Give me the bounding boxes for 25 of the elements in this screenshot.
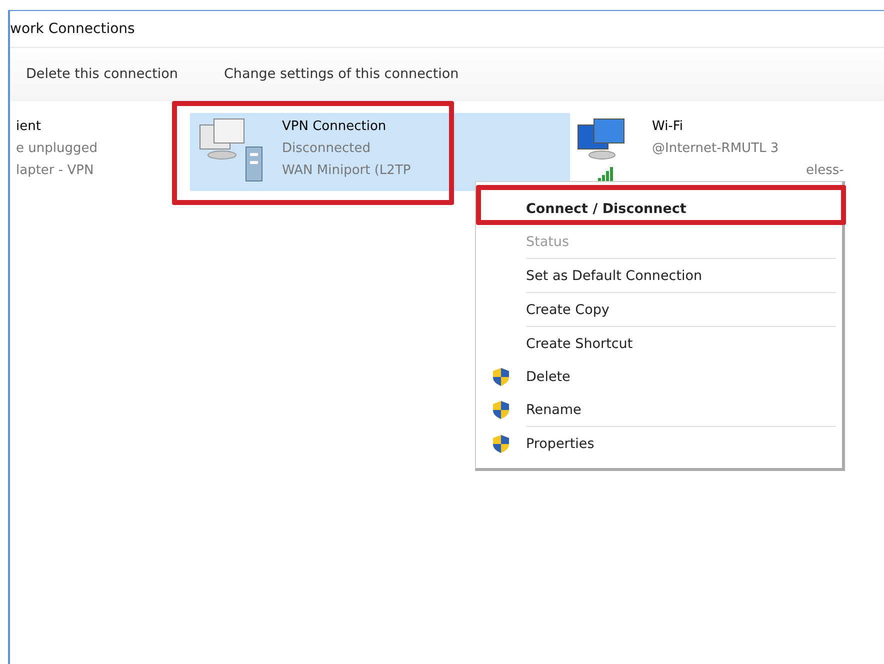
- connection-status: Disconnected: [282, 140, 372, 158]
- toolbar-command[interactable]: Delete this connection: [26, 66, 178, 82]
- window-title: work Connections: [10, 21, 135, 37]
- connection-name: Wi-Fi: [652, 118, 684, 136]
- shield-icon: [493, 400, 509, 418]
- device-name: eless-: [806, 162, 844, 180]
- connection-tile[interactable]: Wi-Fi @Internet-RMUTL 3 eless-: [570, 113, 884, 184]
- menu-item[interactable]: Connect / Disconnect: [476, 192, 842, 225]
- device-name: lapter - VPN: [16, 162, 95, 180]
- shield-icon: [493, 368, 509, 386]
- connection-tile[interactable]: ient e unplugged lapter - VPN: [10, 113, 190, 184]
- device-name: WAN Miniport (L2TP: [282, 162, 411, 180]
- connection-status: e unplugged: [16, 140, 98, 158]
- connection-tile[interactable]: VPN Connection Disconnected WAN Miniport (L2TP: [190, 113, 570, 191]
- menu-item[interactable]: Rename: [476, 393, 842, 426]
- connection-name: VPN Connection: [282, 118, 388, 136]
- shield-icon: [493, 434, 509, 452]
- menu-item[interactable]: Set as Default Connection: [476, 259, 842, 292]
- menu-item[interactable]: Create Copy: [476, 293, 842, 326]
- toolbar-command[interactable]: Change settings of this connection: [224, 66, 459, 82]
- connection-name: ient: [16, 118, 42, 136]
- menu-item[interactable]: Delete: [476, 360, 842, 393]
- menu-item[interactable]: Create Shortcut: [476, 327, 842, 360]
- menu-item[interactable]: Properties: [476, 427, 842, 460]
- connection-status: @Internet-RMUTL 3: [652, 140, 780, 158]
